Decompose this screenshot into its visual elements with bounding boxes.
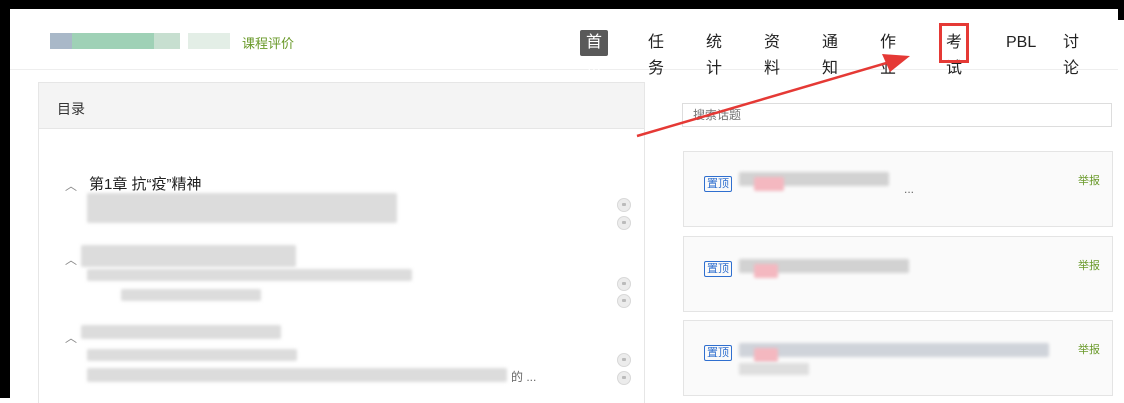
catalog-title: 目录 xyxy=(57,101,85,117)
screen-frame-top xyxy=(0,0,1124,9)
redacted-section-items xyxy=(87,269,412,281)
course-evaluation-link[interactable]: 课程评价 xyxy=(242,33,294,52)
pinned-badge: 置顶 xyxy=(704,345,732,361)
top-header: 课程评价 首页 任务 统计 资料 通知 作业 考试 PBL 讨论 xyxy=(10,9,1118,77)
report-link[interactable]: 举报 xyxy=(1078,341,1100,357)
pinned-badge: 置顶 xyxy=(704,261,732,277)
nav-notices[interactable]: 通知 xyxy=(822,30,838,77)
nav-tasks[interactable]: 任务 xyxy=(648,30,664,77)
discussion-post[interactable]: 置顶 举报 xyxy=(683,236,1113,312)
title-ellipsis: ... xyxy=(904,182,915,196)
collapse-chevron-icon[interactable]: ︿ xyxy=(65,251,77,268)
screen-frame-right xyxy=(1118,0,1124,20)
nav-discussion[interactable]: 讨论 xyxy=(1063,30,1079,77)
lock-icon xyxy=(617,353,631,367)
course-name-redacted xyxy=(50,33,230,49)
redacted-section-items xyxy=(121,289,261,301)
redacted-post-title xyxy=(754,177,784,191)
redacted-post-title xyxy=(754,348,778,362)
discussion-post[interactable]: 置顶 ... 举报 xyxy=(683,151,1113,227)
redacted-section-items xyxy=(87,349,297,361)
lock-icon xyxy=(617,294,631,308)
redacted-post-title xyxy=(739,343,1049,357)
truncated-item-text: 的 ... xyxy=(511,370,537,384)
report-link[interactable]: 举报 xyxy=(1078,257,1100,273)
lock-icon xyxy=(617,371,631,385)
lock-icon xyxy=(617,277,631,291)
nav-pbl[interactable]: PBL xyxy=(1006,30,1036,56)
redacted-chapter-title xyxy=(81,325,281,339)
topic-search-box[interactable] xyxy=(682,103,1112,127)
pinned-badge: 置顶 xyxy=(704,176,732,192)
catalog-panel: 目录 ︿ 第1章 抗“疫”精神 ︿ ︿ 的 ... xyxy=(38,82,645,403)
screen-frame-left xyxy=(0,0,10,398)
redacted-post-title xyxy=(754,264,778,278)
nav-statistics[interactable]: 统计 xyxy=(706,30,722,77)
collapse-chevron-icon[interactable]: ︿ xyxy=(65,329,77,346)
catalog-header xyxy=(39,83,644,129)
redacted-chapter-title xyxy=(81,245,296,267)
redacted-section-items xyxy=(87,368,507,382)
nav-materials[interactable]: 资料 xyxy=(764,30,780,77)
report-link[interactable]: 举报 xyxy=(1078,172,1100,188)
topic-search-input[interactable] xyxy=(683,104,1111,126)
redacted-section-items xyxy=(87,193,397,223)
nav-home[interactable]: 首页 xyxy=(580,30,609,77)
collapse-chevron-icon[interactable]: ︿ xyxy=(65,177,77,194)
nav-homework[interactable]: 作业 xyxy=(880,30,896,77)
lock-icon xyxy=(617,216,631,230)
discussion-post[interactable]: 置顶 举报 xyxy=(683,320,1113,396)
lock-icon xyxy=(617,198,631,212)
chapter-title[interactable]: 第1章 抗“疫”精神 xyxy=(89,173,202,194)
redacted-post-meta xyxy=(739,363,809,375)
nav-exam[interactable]: 考试 xyxy=(938,23,970,77)
